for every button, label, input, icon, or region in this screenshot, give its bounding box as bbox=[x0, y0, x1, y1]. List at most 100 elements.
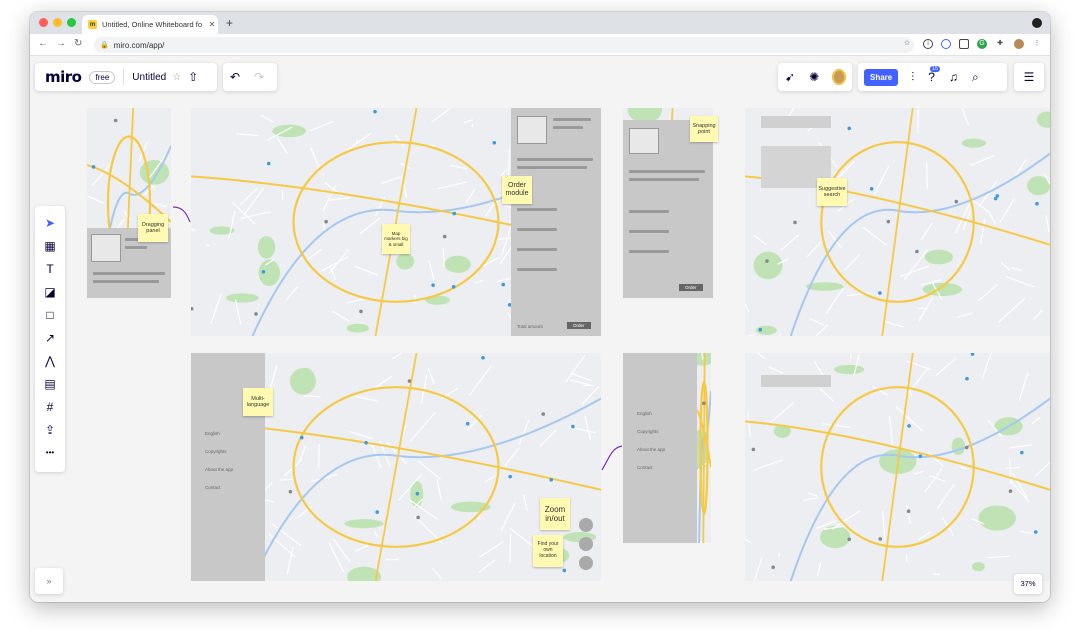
arrow-icon[interactable]: ↗ bbox=[35, 327, 65, 349]
menu-item-about[interactable]: About the app bbox=[637, 447, 665, 452]
menu-item-english[interactable]: English bbox=[637, 411, 652, 416]
menu-item-copyrights[interactable]: Copyrights bbox=[205, 449, 227, 454]
wireframe-order-module[interactable]: Total amount Order bbox=[191, 108, 601, 336]
menu-item-english[interactable]: English bbox=[205, 431, 220, 436]
locate-button[interactable] bbox=[579, 556, 593, 570]
share-button[interactable]: Share bbox=[864, 68, 899, 86]
wireframe-suggestive-search[interactable] bbox=[745, 108, 1050, 336]
templates-icon[interactable]: ▦ bbox=[35, 235, 65, 257]
board-canvas[interactable]: Total amount Order Order English Copyrig… bbox=[30, 56, 1050, 602]
image-placeholder bbox=[91, 234, 121, 262]
text-icon[interactable]: T bbox=[35, 258, 65, 280]
zoom-in-button[interactable] bbox=[579, 518, 593, 532]
zoom-out-button[interactable] bbox=[579, 537, 593, 551]
plan-badge[interactable]: free bbox=[89, 70, 116, 84]
maximize-window-dot[interactable] bbox=[67, 18, 76, 27]
connector-side-menu bbox=[601, 445, 623, 471]
shape-icon[interactable]: □ bbox=[35, 304, 65, 326]
comment-icon[interactable]: ▤ bbox=[35, 373, 65, 395]
order-panel: Total amount Order bbox=[511, 108, 601, 336]
menu-item-contact[interactable]: Contact bbox=[205, 485, 221, 490]
back-icon[interactable]: ← bbox=[38, 38, 48, 49]
expand-panel-button[interactable]: » bbox=[35, 568, 63, 594]
avatar[interactable] bbox=[832, 69, 846, 85]
browser-window: m Untitled, Online Whiteboard fo ✕ + ← →… bbox=[30, 12, 1050, 602]
map-background bbox=[745, 353, 1050, 581]
browser-menu-icon[interactable] bbox=[1032, 18, 1042, 28]
export-icon[interactable]: ⇧ bbox=[188, 70, 198, 84]
select-icon[interactable]: ➤ bbox=[35, 212, 65, 234]
more-icon[interactable]: ••• bbox=[35, 442, 65, 464]
undo-icon[interactable]: ↶ bbox=[230, 70, 240, 84]
extension-g-icon[interactable]: G bbox=[977, 39, 987, 49]
order-total-label: Total amount bbox=[517, 324, 543, 329]
url-text: miro.com/app/ bbox=[113, 40, 165, 50]
search-bar bbox=[761, 375, 831, 387]
sticky-suggestive-search[interactable]: Suggestive search bbox=[817, 178, 847, 206]
board-name[interactable]: Untitled bbox=[132, 72, 166, 83]
zoom-level[interactable]: 37% bbox=[1014, 574, 1042, 594]
sticky-dragging-panel[interactable]: Dragging panel bbox=[138, 214, 168, 242]
text-line bbox=[553, 126, 583, 129]
extension-circle-icon[interactable] bbox=[941, 39, 951, 49]
bookmark-star-icon[interactable]: ☆ bbox=[902, 39, 912, 49]
text-line bbox=[517, 166, 587, 169]
activity-list-icon[interactable]: ☰ bbox=[1024, 70, 1035, 84]
browser-tab[interactable]: m Untitled, Online Whiteboard fo ✕ bbox=[82, 15, 218, 34]
sticky-multi-language[interactable]: Multi-language bbox=[243, 388, 273, 416]
notifications-bell-icon[interactable]: ♫ bbox=[949, 70, 958, 84]
wireframe-side-menu[interactable]: English Copyrights About the app Contact bbox=[623, 353, 711, 543]
order-button[interactable]: Order bbox=[679, 284, 703, 291]
image-placeholder bbox=[629, 128, 659, 154]
sticky-snapping-point[interactable]: Snapping point bbox=[690, 116, 718, 142]
celebrate-icon[interactable]: ✺ bbox=[809, 70, 819, 84]
sticky-find-location[interactable]: Find your own location bbox=[533, 535, 563, 567]
sticky-zoom[interactable]: Zoom in/out bbox=[540, 498, 570, 530]
miro-logo[interactable]: miro bbox=[45, 68, 82, 86]
pen-icon[interactable]: ⋀ bbox=[35, 350, 65, 372]
text-line bbox=[125, 246, 147, 249]
lock-icon: 🔒 bbox=[100, 42, 109, 49]
cursor-icon[interactable]: ➹ bbox=[785, 70, 795, 84]
upload-icon[interactable]: ⇪ bbox=[35, 419, 65, 441]
tab-strip: m Untitled, Online Whiteboard fo ✕ + bbox=[30, 12, 1050, 34]
extension-info-icon[interactable]: i bbox=[923, 39, 933, 49]
wireframe-map-search[interactable] bbox=[745, 353, 1050, 581]
search-icon[interactable]: ⌕ bbox=[972, 70, 979, 85]
reload-icon[interactable]: ↻ bbox=[74, 38, 82, 49]
close-window-dot[interactable] bbox=[39, 18, 48, 27]
text-line bbox=[93, 280, 159, 283]
undo-redo-panel: ↶ ↷ bbox=[223, 63, 277, 91]
forward-icon[interactable]: → bbox=[56, 38, 66, 49]
new-tab-icon[interactable]: + bbox=[226, 16, 233, 30]
url-field[interactable]: 🔒 miro.com/app/ bbox=[94, 37, 914, 53]
order-button[interactable]: Order bbox=[567, 322, 591, 329]
minimize-window-dot[interactable] bbox=[53, 18, 62, 27]
text-line bbox=[517, 268, 557, 271]
wireframe-dragging-panel[interactable] bbox=[87, 108, 171, 298]
menu-item-copyrights[interactable]: Copyrights bbox=[637, 429, 659, 434]
menu-item-about[interactable]: About the app bbox=[205, 467, 233, 472]
profile-avatar-icon[interactable] bbox=[1014, 39, 1024, 49]
tab-title: Untitled, Online Whiteboard fo bbox=[102, 20, 203, 29]
frame-icon[interactable]: # bbox=[35, 396, 65, 418]
map-background bbox=[745, 108, 1050, 336]
extension-gallery-icon[interactable] bbox=[959, 39, 969, 49]
sticky-map-markers[interactable]: Map markers big & small bbox=[382, 224, 410, 254]
search-bar bbox=[761, 116, 831, 128]
settings-sliders-icon[interactable]: ⫶ bbox=[911, 70, 914, 85]
text-line bbox=[517, 208, 557, 211]
collaboration-panel: ➹ ✺ bbox=[778, 63, 852, 91]
menu-item-contact[interactable]: Contact bbox=[637, 465, 653, 470]
sticky-note-icon[interactable]: ◪ bbox=[35, 281, 65, 303]
star-icon[interactable]: ☆ bbox=[172, 72, 181, 83]
miro-favicon-icon: m bbox=[88, 20, 97, 29]
extensions-puzzle-icon[interactable]: ✚ bbox=[995, 39, 1005, 49]
tab-close-icon[interactable]: ✕ bbox=[206, 20, 218, 29]
side-menu-panel: English Copyrights About the app Contact bbox=[623, 353, 697, 543]
browser-kebab-icon[interactable]: ⋮ bbox=[1032, 39, 1042, 49]
help-icon[interactable]: ? 15 bbox=[928, 66, 940, 84]
redo-icon[interactable]: ↷ bbox=[254, 70, 264, 84]
text-line bbox=[517, 158, 593, 161]
sticky-order-module[interactable]: Order module bbox=[502, 176, 532, 204]
